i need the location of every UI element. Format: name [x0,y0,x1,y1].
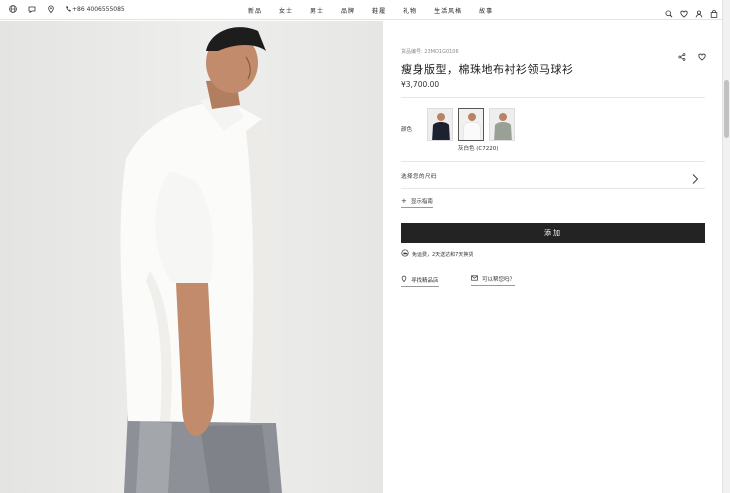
nav-item-women[interactable]: 女士 [279,6,293,15]
color-swatch-navy[interactable] [427,108,453,141]
selected-color-name: 灰白色 (C7220) [458,146,499,152]
color-label: 颜色 [401,127,413,133]
size-guide-label: 显示指南 [410,199,433,205]
delivery-notice: 免运费，2天送达和7天换货 [401,249,473,259]
nav-item-men[interactable]: 男士 [310,6,324,15]
shopping-bag-icon[interactable] [709,4,719,18]
color-swatch-white[interactable] [458,108,484,141]
phone-number: +86 4006555085 [72,5,125,13]
share-icon[interactable] [677,47,687,61]
divider [401,188,705,189]
nav-item-lifestyle[interactable]: 生活风格 [434,6,462,15]
size-guide-link[interactable]: + 显示指南 [401,197,433,208]
mail-icon [471,275,478,283]
plus-icon: + [401,196,407,205]
product-price: ¥3,700.00 [401,80,440,89]
nav-item-stories[interactable]: 故事 [479,6,493,15]
header-utility-links: +86 4006555085 [8,4,125,14]
globe-icon[interactable] [8,4,18,14]
nav-item-shoes[interactable]: 鞋履 [372,6,386,15]
wishlist-heart-icon[interactable] [697,47,707,61]
product-hero-image [0,21,383,493]
location-pin-icon [401,275,407,284]
search-icon[interactable] [664,4,674,18]
nav-item-brand[interactable]: 品牌 [341,6,355,15]
top-navigation-bar: +86 4006555085 新品 女士 男士 品牌 鞋履 礼物 生活风格 故事 [0,0,722,20]
contact-label: 可以帮您吗？ [482,277,516,283]
phone-icon [65,4,71,14]
header-actions [664,4,719,18]
delivery-truck-icon [401,249,409,259]
scrollbar-thumb[interactable] [724,80,729,138]
model-illustration [120,27,282,493]
find-store-link[interactable]: 寻找精品店 [401,275,439,287]
color-swatch-grey[interactable] [489,108,515,141]
size-selector-label: 选择您的尺码 [401,174,438,180]
size-selector[interactable]: 选择您的尺码 [401,163,705,189]
phone-link[interactable]: +86 4006555085 [65,4,125,14]
user-icon[interactable] [694,4,704,18]
nav-item-new[interactable]: 新品 [248,6,262,15]
main-nav: 新品 女士 男士 品牌 鞋履 礼物 生活风格 故事 [248,6,493,15]
divider [401,161,705,162]
product-title: 瘦身版型，棉珠地布衬衫领马球衫 [401,63,574,76]
chat-icon[interactable] [27,4,37,14]
find-store-label: 寻找精品店 [411,277,439,284]
page-scrollbar[interactable] [722,0,730,493]
contact-link[interactable]: 可以帮您吗？ [471,275,516,286]
nav-item-gifts[interactable]: 礼物 [403,6,417,15]
delivery-notice-text: 免运费，2天送达和7天换货 [412,251,474,258]
chevron-right-icon [691,170,699,189]
divider [401,97,705,98]
heart-icon[interactable] [679,4,689,18]
add-to-bag-button[interactable]: 添加 [401,223,705,243]
product-sku: 货品编号: 23MO1G0106 [401,49,459,55]
location-pin-icon[interactable] [46,4,56,14]
